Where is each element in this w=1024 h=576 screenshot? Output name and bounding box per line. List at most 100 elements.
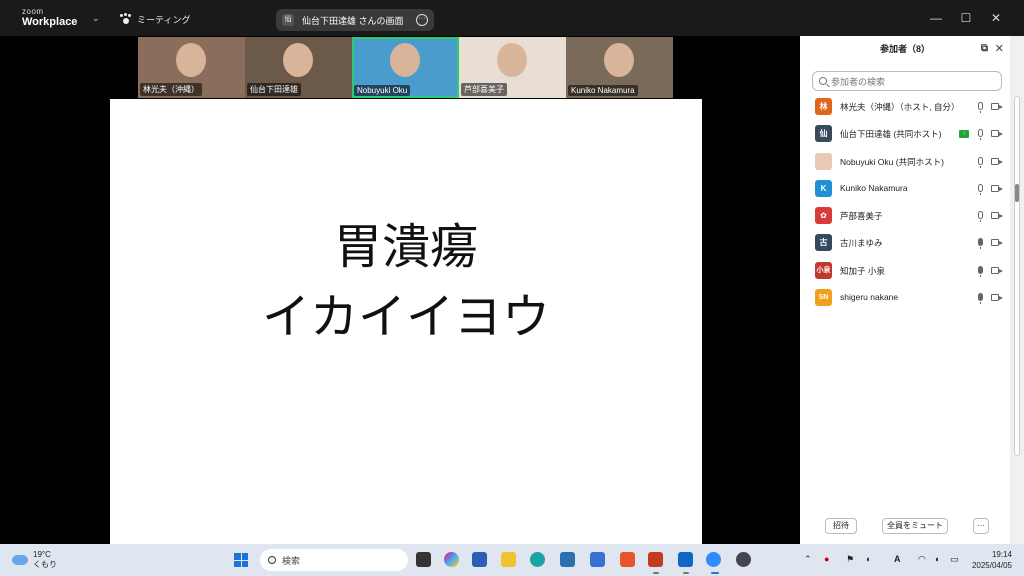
minimize-button[interactable]: —: [926, 11, 946, 25]
participants-panel: 参加者（8） ⧉ ✕ 参加者の検索 林林光夫（沖縄）（ホスト, 自分）仙仙台下田…: [800, 36, 1010, 544]
microphone-icon[interactable]: [978, 129, 983, 141]
close-window-button[interactable]: ✕: [986, 11, 1006, 25]
video-tile[interactable]: 林光夫（沖縄）: [138, 37, 245, 98]
more-icon[interactable]: ···: [416, 14, 428, 26]
clock[interactable]: 19:14 2025/04/05: [968, 549, 1012, 571]
participant-row[interactable]: Nobuyuki Oku (共同ホスト): [800, 149, 1010, 176]
app-icon[interactable]: [620, 552, 635, 567]
network-tool-icon[interactable]: ⚑: [846, 554, 854, 565]
clock-time: 19:14: [991, 550, 1012, 559]
battery-icon[interactable]: ▭: [950, 554, 959, 565]
word-icon[interactable]: [472, 552, 487, 567]
camera-icon[interactable]: [991, 294, 1003, 302]
weather-widget[interactable]: 19°C くもり: [12, 550, 57, 570]
camera-icon[interactable]: [991, 266, 1003, 274]
powerpoint-icon[interactable]: [648, 552, 663, 567]
task-view-icon[interactable]: [416, 552, 431, 567]
popout-icon[interactable]: ⧉: [981, 36, 988, 62]
microphone-icon[interactable]: [978, 238, 983, 250]
meeting-menu-button[interactable]: ミーティング: [120, 13, 190, 26]
chevron-down-icon[interactable]: ⌄: [92, 13, 100, 24]
calendar-icon[interactable]: [590, 552, 605, 567]
outlook-icon[interactable]: [678, 552, 693, 567]
zoom-window: zoom Workplace ⌄ ミーティング 仙 仙台下田達雄 さんの画面 ·…: [0, 0, 1024, 576]
weather-condition: くもり: [33, 560, 57, 569]
wifi-icon[interactable]: ◠: [918, 554, 926, 565]
running-indicator: [683, 572, 689, 574]
participant-video: [176, 43, 206, 77]
participant-search-input[interactable]: 参加者の検索: [812, 71, 1002, 91]
participant-row[interactable]: 古古川まゆみ: [800, 230, 1010, 257]
zoom-taskbar-icon[interactable]: [706, 552, 721, 567]
camera-icon[interactable]: [991, 239, 1003, 247]
panel-title: 参加者（8）: [879, 44, 930, 54]
participant-name: 芦部喜美子: [840, 211, 883, 222]
slide-line-2: イカイイヨウ: [261, 291, 550, 344]
store-icon[interactable]: [560, 552, 575, 567]
participant-name: 林光夫（沖縄）（ホスト, 自分）: [840, 102, 960, 112]
copilot-icon[interactable]: [444, 552, 459, 567]
video-tile[interactable]: 仙台下田達雄: [245, 37, 352, 98]
video-tile[interactable]: Nobuyuki Oku: [352, 37, 459, 98]
participant-row[interactable]: SN shigeru nakane: [800, 285, 1010, 312]
speaker-icon[interactable]: ◖: [934, 554, 939, 564]
ime-indicator[interactable]: A: [894, 554, 901, 564]
microphone-icon[interactable]: [978, 183, 983, 195]
camera-icon[interactable]: [991, 130, 1003, 138]
chevron-up-icon[interactable]: ⌃: [804, 554, 812, 565]
avatar: 古: [815, 234, 832, 252]
scrollbar[interactable]: [1010, 36, 1024, 544]
invite-button[interactable]: 招待: [825, 518, 857, 534]
video-tile[interactable]: 芦部喜美子: [459, 37, 566, 98]
clock-date: 2025/04/05: [971, 561, 1012, 570]
microphone-icon[interactable]: [978, 265, 983, 277]
more-options-button[interactable]: ···: [973, 518, 989, 534]
participant-row[interactable]: 林林光夫（沖縄）（ホスト, 自分）: [800, 94, 1010, 121]
participant-row[interactable]: 小泉 知加子 小泉: [800, 258, 1010, 285]
screen-share-indicator[interactable]: 仙 仙台下田達雄 さんの画面 ···: [276, 9, 434, 31]
file-explorer-icon[interactable]: [501, 552, 516, 567]
participant-name: 古川まゆみ: [840, 238, 883, 249]
title-bar: zoom Workplace ⌄ ミーティング 仙 仙台下田達雄 さんの画面 ·…: [0, 0, 1024, 36]
participant-video: [283, 43, 313, 77]
participant-row[interactable]: 仙仙台下田達雄 (共同ホスト) ↑: [800, 121, 1010, 148]
app-tray-icon[interactable]: ◐: [866, 554, 871, 564]
camera-icon[interactable]: [991, 157, 1003, 165]
participant-row[interactable]: ✿ 芦部喜美子: [800, 203, 1010, 230]
share-label: 仙台下田達雄 さんの画面: [302, 15, 404, 26]
avatar: SN: [815, 289, 832, 307]
maximize-button[interactable]: ☐: [956, 11, 976, 25]
camera-icon[interactable]: [991, 212, 1003, 220]
share-owner-icon: 仙: [282, 14, 294, 26]
microphone-icon[interactable]: [978, 293, 983, 305]
mute-all-button[interactable]: 全員をミュート: [882, 518, 948, 534]
microphone-icon[interactable]: [978, 211, 983, 223]
microphone-icon[interactable]: [978, 102, 983, 113]
participant-name: shigeru nakane: [840, 292, 899, 303]
panel-footer: 招待 全員をミュート ···: [800, 516, 1010, 538]
windows-start-icon[interactable]: [234, 553, 248, 567]
avatar: K: [815, 179, 832, 197]
camera-icon[interactable]: [991, 103, 1003, 110]
video-strip: 林光夫（沖縄） 仙台下田達雄 Nobuyuki Oku 芦部喜美子 Kuniko Nak…: [138, 37, 673, 99]
taskbar-search[interactable]: 検索: [260, 549, 408, 571]
running-indicator: [653, 572, 659, 574]
scrollbar-thumb[interactable]: [1015, 184, 1019, 202]
active-indicator: [711, 572, 719, 574]
participant-name: 知加子 小泉: [840, 265, 885, 276]
close-panel-icon[interactable]: ✕: [995, 36, 1004, 62]
microphone-icon[interactable]: [978, 156, 983, 168]
screen-share-icon: ↑: [959, 130, 969, 139]
search-placeholder: 参加者の検索: [831, 76, 886, 87]
camera-icon[interactable]: [991, 184, 1003, 192]
participant-name: Nobuyuki Oku (共同ホスト): [840, 156, 944, 167]
brand-top: zoom: [22, 7, 44, 16]
zoom-logo: zoom Workplace: [22, 8, 77, 28]
edge-icon[interactable]: [530, 552, 545, 567]
participant-name: 仙台下田達雄 (共同ホスト): [840, 129, 942, 140]
participant-row[interactable]: K Kuniko Nakamura: [800, 176, 1010, 203]
video-tile[interactable]: Kuniko Nakamura: [566, 37, 673, 98]
security-icon[interactable]: ●: [824, 554, 829, 564]
app-icon[interactable]: [736, 552, 751, 567]
avatar: [815, 152, 832, 170]
